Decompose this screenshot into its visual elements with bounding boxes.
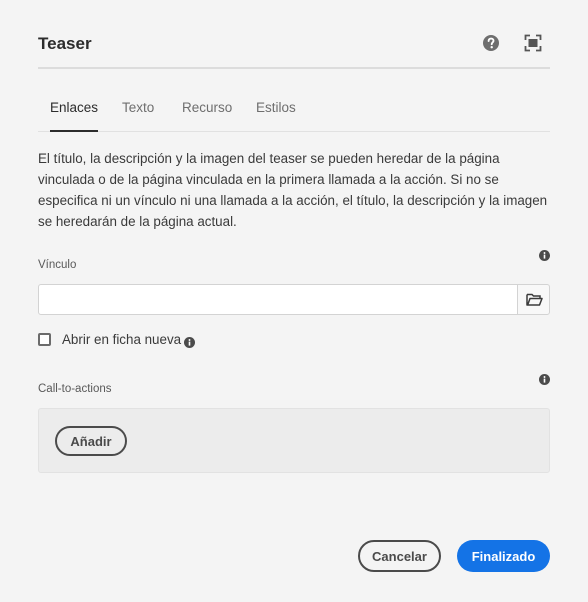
dialog-header: Teaser	[38, 30, 550, 69]
teaser-dialog: Teaser Enlaces Texto Recurso Estilos El …	[0, 0, 588, 602]
new-tab-checkbox[interactable]	[38, 333, 51, 346]
cta-info-icon[interactable]	[539, 372, 550, 385]
new-tab-info-icon[interactable]	[184, 335, 195, 348]
tab-bar: Enlaces Texto Recurso Estilos	[38, 98, 550, 132]
cancel-button[interactable]: Cancelar	[358, 540, 441, 572]
link-input[interactable]	[38, 284, 518, 315]
help-icon[interactable]	[482, 34, 500, 52]
fullscreen-icon[interactable]	[524, 34, 542, 52]
dialog-title: Teaser	[38, 34, 92, 53]
done-button[interactable]: Finalizado	[457, 540, 550, 572]
folder-open-icon	[526, 293, 543, 306]
new-tab-label[interactable]: Abrir en ficha nueva	[62, 332, 181, 347]
tab-description: El título, la descripción y la imagen de…	[38, 151, 548, 229]
tab-recurso[interactable]: Recurso	[182, 100, 232, 131]
browse-button[interactable]	[517, 284, 550, 315]
tab-texto[interactable]: Texto	[122, 100, 154, 131]
cta-field-label: Call-to-actions	[38, 383, 112, 395]
link-info-icon[interactable]	[539, 248, 550, 261]
tab-estilos[interactable]: Estilos	[256, 100, 296, 131]
link-field-label: Vínculo	[38, 259, 77, 271]
add-button[interactable]: Añadir	[55, 426, 127, 456]
cta-multifield: Añadir	[38, 408, 550, 473]
tab-enlaces[interactable]: Enlaces	[50, 100, 99, 132]
